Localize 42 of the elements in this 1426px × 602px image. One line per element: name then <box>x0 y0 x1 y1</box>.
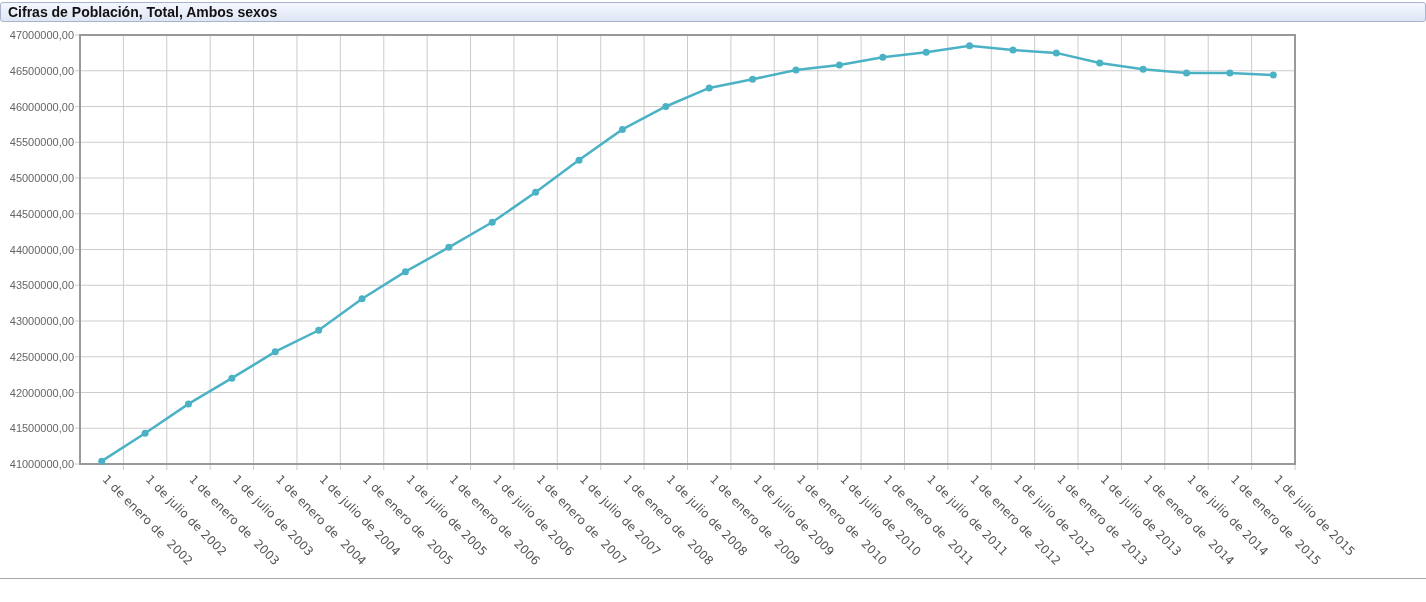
y-axis-label: 42500000,00 <box>9 350 74 363</box>
y-axis-label: 47000000,00 <box>9 29 74 41</box>
data-point <box>141 429 149 437</box>
y-axis-label: 45500000,00 <box>9 136 74 149</box>
data-point <box>879 53 887 61</box>
data-point <box>98 457 106 465</box>
y-axis-label: 46500000,00 <box>9 64 74 77</box>
y-axis-label: 43000000,00 <box>9 315 74 327</box>
data-point <box>662 103 670 110</box>
data-point <box>1096 59 1104 67</box>
data-point <box>532 188 540 196</box>
data-point <box>922 48 930 56</box>
data-point <box>1269 71 1277 79</box>
y-axis-label: 43500000,00 <box>9 279 74 292</box>
data-point <box>228 374 236 382</box>
y-axis-label: 41500000,00 <box>9 422 74 435</box>
data-point <box>1139 65 1147 73</box>
data-point <box>575 156 583 164</box>
data-point <box>445 243 453 251</box>
y-axis-label: 46000000,00 <box>9 100 74 113</box>
y-axis-label: 41000000,00 <box>9 458 74 470</box>
y-axis-label: 44500000,00 <box>9 207 74 220</box>
data-point <box>1009 46 1017 54</box>
data-point <box>792 66 800 74</box>
data-point <box>966 42 974 50</box>
y-axis-label: 42000000,00 <box>9 386 74 399</box>
data-point <box>1183 69 1190 77</box>
data-point <box>358 295 366 303</box>
y-axis-label: 45000000,00 <box>9 172 74 184</box>
data-point <box>1226 69 1234 77</box>
data-point <box>488 218 496 226</box>
data-point <box>618 125 626 133</box>
data-point <box>315 326 323 334</box>
data-point <box>705 84 713 92</box>
data-point <box>1052 49 1060 57</box>
data-point <box>749 75 757 83</box>
data-point <box>835 61 843 69</box>
data-point <box>401 268 409 276</box>
chart-title: Cifras de Población, Total, Ambos sexos <box>0 2 1426 22</box>
y-axis-label: 44000000,00 <box>9 243 74 256</box>
data-point <box>271 348 279 356</box>
data-point <box>185 400 192 408</box>
